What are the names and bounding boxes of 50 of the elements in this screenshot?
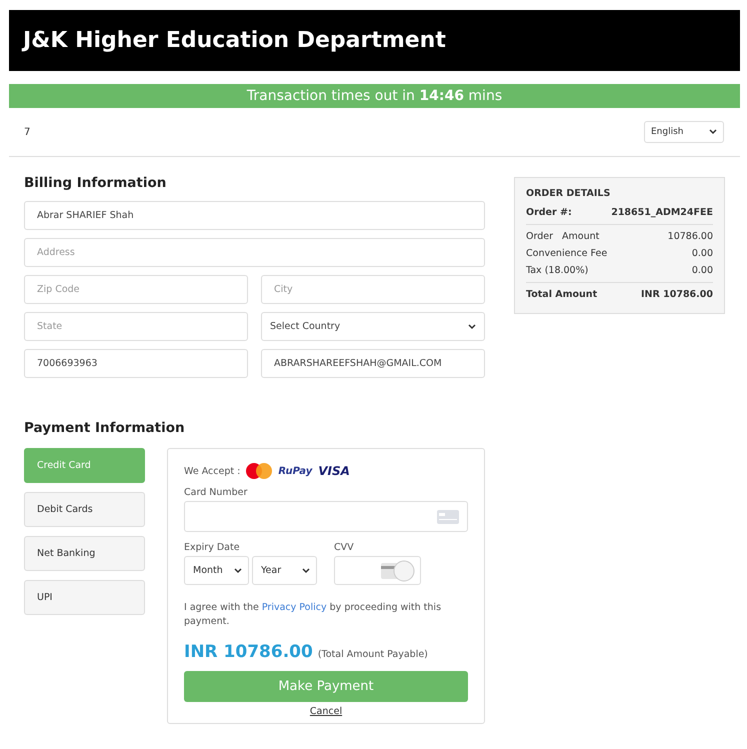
chevron-icon bbox=[709, 129, 717, 135]
cvv-field[interactable] bbox=[334, 556, 421, 585]
year-select[interactable]: Year bbox=[252, 556, 317, 585]
month-select[interactable]: Month bbox=[184, 556, 249, 585]
payment-method-tab[interactable]: Net Banking bbox=[24, 536, 145, 571]
total-label: Total Amount bbox=[526, 289, 598, 300]
expiry-label: Expiry Date bbox=[184, 542, 241, 553]
language-select[interactable]: English bbox=[644, 121, 724, 143]
input-field[interactable]: Zip Code bbox=[24, 275, 248, 304]
order-row-value: 0.00 bbox=[692, 265, 713, 276]
input-field[interactable]: 7006693963 bbox=[24, 349, 248, 378]
chevron-icon bbox=[234, 568, 242, 574]
input-field[interactable]: Abrar SHARIEF Shah bbox=[24, 201, 485, 230]
site-title: J&K Higher Education Department bbox=[23, 28, 446, 53]
cancel-link[interactable]: Cancel bbox=[310, 706, 342, 716]
order-row-label: Convenience Fee bbox=[526, 248, 608, 259]
card-brand-icon bbox=[246, 463, 272, 479]
input-field[interactable]: City bbox=[261, 275, 485, 304]
input-field[interactable]: ABRARSHAREEFSHAH@GMAIL.COM bbox=[261, 349, 485, 378]
payable-amount: INR 10786.00 bbox=[184, 642, 313, 662]
order-details-title: ORDER DETAILS bbox=[526, 188, 612, 199]
accept-label: We Accept : bbox=[184, 466, 240, 476]
input-field[interactable]: Address bbox=[24, 238, 485, 267]
order-number-value: 218651_ADM24FEE bbox=[611, 207, 713, 218]
timeout-banner: Transaction times out in 14:46 mins bbox=[9, 84, 740, 108]
reference-text: 7 bbox=[24, 126, 30, 138]
brand-logo: VISA bbox=[318, 464, 350, 478]
order-number-label: Order #: bbox=[526, 207, 572, 218]
payment-heading: Payment Information bbox=[24, 420, 186, 436]
agreement-text: I agree with the Privacy Policy by proceeding with this payment. bbox=[184, 601, 442, 630]
input-field[interactable]: State bbox=[24, 312, 248, 341]
privacy-policy-link[interactable]: Privacy Policy bbox=[262, 602, 327, 613]
payment-method-tab[interactable]: UPI bbox=[24, 580, 145, 615]
chevron-icon bbox=[302, 568, 310, 574]
payment-method-tab[interactable]: Debit Cards bbox=[24, 492, 145, 527]
order-row-value: 10786.00 bbox=[668, 231, 713, 242]
card-back-icon bbox=[381, 558, 415, 582]
card-icon bbox=[437, 510, 459, 524]
country-select[interactable]: Select Country bbox=[261, 312, 485, 341]
amount-note: (Total Amount Payable) bbox=[318, 648, 428, 660]
card-number-field[interactable] bbox=[184, 501, 468, 532]
chevron-icon bbox=[468, 324, 476, 330]
order-row-label: Tax (18.00%) bbox=[526, 265, 588, 276]
order-row-value: 0.00 bbox=[692, 248, 713, 259]
order-row-label: Order Amount bbox=[526, 231, 600, 242]
billing-heading: Billing Information bbox=[24, 175, 168, 191]
cvv-label: CVV bbox=[334, 542, 355, 553]
brand-logo: RuPay bbox=[278, 466, 312, 476]
total-value: INR 10786.00 bbox=[641, 289, 713, 300]
card-number-label: Card Number bbox=[184, 487, 248, 498]
